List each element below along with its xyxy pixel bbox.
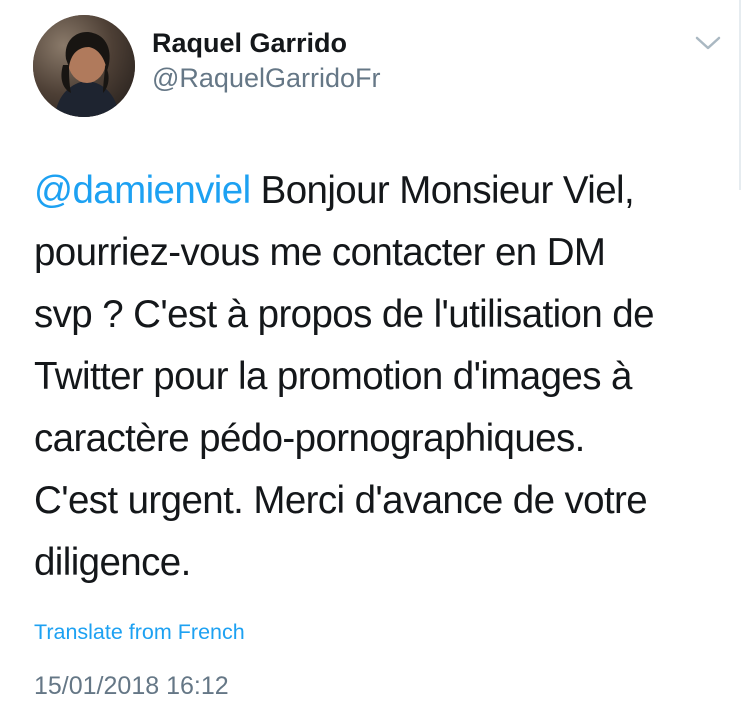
translate-link[interactable]: Translate from French <box>34 620 245 645</box>
tweet-timestamp[interactable]: 15/01/2018 16:12 <box>34 672 229 701</box>
tweet-line-7: diligence. <box>34 541 191 584</box>
tweet-line-1-text: Bonjour Monsieur Viel, <box>250 169 635 212</box>
tweet-line-3: svp ? C'est à propos de l'utilisation de <box>34 293 655 336</box>
tweet-line-1: @damienviel Bonjour Monsieur Viel, <box>34 160 724 222</box>
divider <box>739 0 741 190</box>
tweet-line-4: Twitter pour la promotion d'images à <box>34 355 632 398</box>
avatar-photo <box>33 15 135 117</box>
tweet-line-6: C'est urgent. Merci d'avance de votre <box>34 479 648 522</box>
author-handle[interactable]: @RaquelGarridoFr <box>152 63 381 94</box>
tweet-line-2: pourriez-vous me contacter en DM <box>34 231 606 274</box>
mention-link[interactable]: @damienviel <box>34 169 251 212</box>
tweet-header: Raquel Garrido @RaquelGarridoFr <box>0 0 750 130</box>
avatar[interactable] <box>33 15 135 117</box>
tweet-text: @damienviel Bonjour Monsieur Viel, pourr… <box>34 160 724 594</box>
tweet-line-5: caractère pédo-pornographiques. <box>34 417 585 460</box>
chevron-down-icon[interactable] <box>694 32 722 54</box>
author-display-name[interactable]: Raquel Garrido <box>152 28 347 59</box>
